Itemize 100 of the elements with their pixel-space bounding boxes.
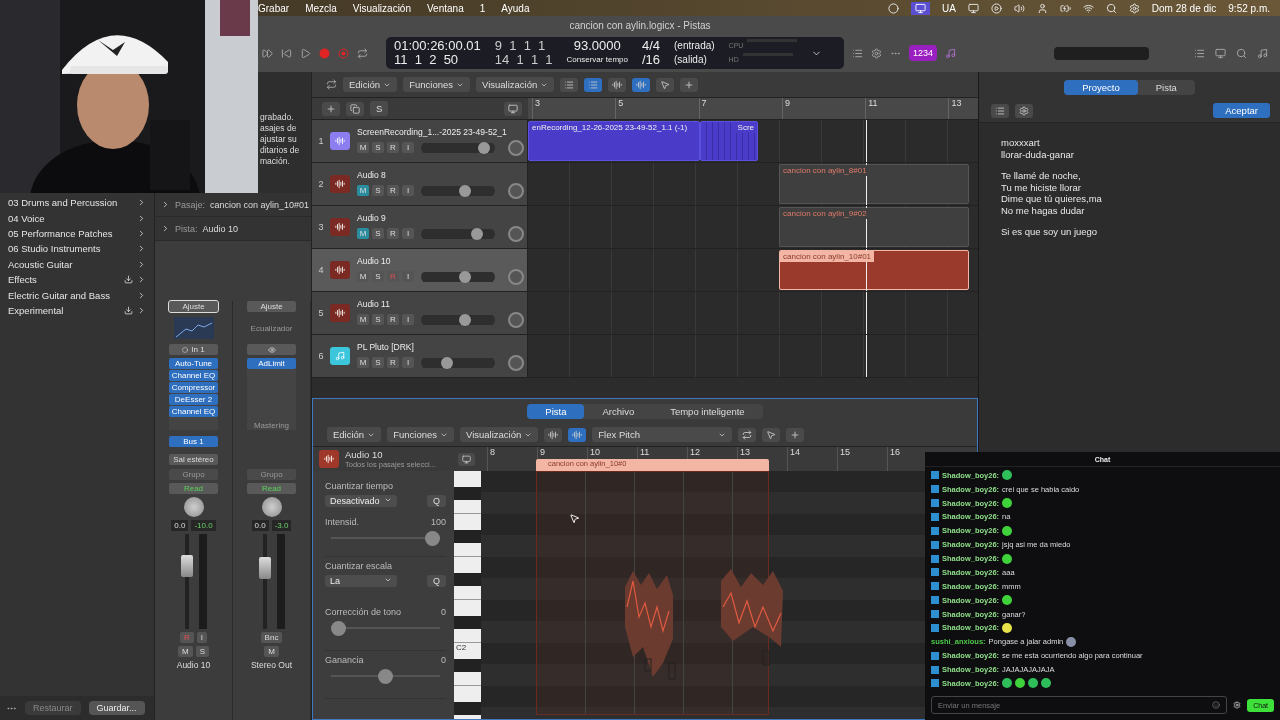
cycle-icon[interactable] <box>357 47 368 59</box>
editor-tab[interactable]: Archivo <box>584 403 653 419</box>
plugin-slot[interactable]: Auto-Tune <box>169 358 218 369</box>
strip-button[interactable]: M <box>264 646 279 657</box>
control-center-icon[interactable] <box>1128 2 1140 14</box>
flex-icon[interactable] <box>568 427 587 442</box>
flex-mode-select[interactable]: Flex Pitch <box>592 427 733 442</box>
solo-button[interactable]: S <box>372 142 384 153</box>
piano-keys[interactable]: C2 <box>454 471 481 719</box>
menu-button[interactable]: Funciones <box>403 77 470 92</box>
automation-mode[interactable]: Read <box>247 483 296 494</box>
track-header[interactable]: 1 ScreenRecording_1...-2025 23-49-52_1 M S R I <box>312 120 528 162</box>
record-button[interactable]: R <box>387 314 399 325</box>
disclosure-icon[interactable] <box>161 200 170 209</box>
slider-thumb[interactable] <box>425 531 440 546</box>
fader-thumb[interactable] <box>180 555 193 577</box>
slider-thumb[interactable] <box>378 669 393 684</box>
slider-thumb[interactable] <box>459 270 472 283</box>
mute-button[interactable]: M <box>357 142 369 153</box>
record-button[interactable]: R <box>387 357 399 368</box>
pan-knob[interactable] <box>508 182 524 199</box>
volume-slider[interactable] <box>421 141 495 154</box>
input-source[interactable]: UA <box>941 2 956 14</box>
pan-knob[interactable] <box>261 497 282 517</box>
record-button[interactable]: R <box>387 228 399 239</box>
quantize-button[interactable]: Q <box>427 575 446 587</box>
library-item[interactable]: 05 Performance Patches <box>0 225 154 242</box>
flex-icon[interactable] <box>632 77 651 92</box>
pan-knob[interactable] <box>508 311 524 328</box>
input-button[interactable]: I <box>402 142 414 153</box>
group-slot[interactable]: Grupo <box>247 469 296 480</box>
menu-item[interactable]: Ventana <box>427 2 464 14</box>
send-slot[interactable]: Bus 1 <box>169 435 218 447</box>
plugin-slot[interactable]: Compressor <box>169 382 218 393</box>
strip-button[interactable]: I <box>196 632 207 643</box>
slider-thumb[interactable] <box>459 313 472 326</box>
slider-thumb[interactable] <box>331 621 346 636</box>
input-button[interactable]: I <box>402 271 414 282</box>
panel-tab[interactable]: Pista <box>1137 80 1195 95</box>
volume-slider[interactable] <box>421 356 495 369</box>
library-item[interactable]: Effects <box>0 271 154 288</box>
menu-button[interactable]: Visualización <box>460 427 539 442</box>
setting-button[interactable]: Ajuste <box>247 301 296 312</box>
solo-button[interactable]: S <box>372 357 384 368</box>
plugin-slot[interactable]: DeEsser 2 <box>169 394 218 405</box>
library-item[interactable]: 04 Voice <box>0 210 154 226</box>
menu-button[interactable]: Visualización <box>476 77 555 92</box>
pan-knob[interactable] <box>508 139 524 156</box>
pointer-tool-icon[interactable] <box>656 77 675 92</box>
display-icon[interactable] <box>967 2 979 14</box>
menu-item[interactable]: Ayuda <box>501 2 530 14</box>
mute-button[interactable]: M <box>357 314 369 325</box>
strip-button[interactable]: S <box>195 646 209 657</box>
library-item[interactable]: Experimental <box>0 302 154 319</box>
audio-region[interactable]: cancion con aylin_10#01 <box>779 250 969 290</box>
solo-button[interactable]: S <box>372 314 384 325</box>
pan-knob[interactable] <box>508 354 524 371</box>
count-in-button[interactable]: 1234 <box>909 45 938 61</box>
volume-slider[interactable] <box>421 227 495 240</box>
slider-thumb[interactable] <box>470 227 483 240</box>
menu-item[interactable]: 1 <box>479 2 486 14</box>
menu-button[interactable]: Edición <box>343 77 398 92</box>
library-item[interactable]: 03 Drums and Percussion <box>0 195 154 211</box>
forward-icon[interactable] <box>262 47 273 59</box>
pan-knob[interactable] <box>508 225 524 242</box>
automation-icon[interactable] <box>608 77 627 92</box>
track-header[interactable]: 4 Audio 10 M S R I <box>312 249 528 291</box>
strip-button[interactable]: Bnc <box>260 632 283 643</box>
plugin-slot[interactable]: Channel EQ <box>169 370 218 381</box>
eq-curve-icon[interactable] <box>173 317 214 339</box>
output-slot[interactable]: Sal estéreo <box>169 453 218 465</box>
input-button[interactable]: I <box>402 314 414 325</box>
quantize-button[interactable]: Q <box>427 495 446 507</box>
menu-button[interactable]: Edición <box>327 427 382 442</box>
list-icon[interactable] <box>1194 47 1205 59</box>
duplicate-track-button[interactable] <box>346 101 364 116</box>
track-header[interactable]: 5 Audio 11 M S R I <box>312 292 528 334</box>
audio-region[interactable]: enRecording_12-26-2025 23-49-52_1.1 (-1) <box>528 121 700 161</box>
slider-thumb[interactable] <box>459 184 472 197</box>
input-button[interactable]: I <box>402 185 414 196</box>
rewind-icon[interactable] <box>281 47 292 59</box>
mute-button[interactable]: M <box>357 357 369 368</box>
footer-button[interactable]: Guardar... <box>88 701 145 715</box>
library-item[interactable]: 06 Studio Instruments <box>0 241 154 257</box>
add-tool-icon[interactable] <box>680 77 699 92</box>
pan-knob[interactable] <box>183 497 204 517</box>
settings-icon[interactable] <box>1233 701 1242 709</box>
slider-thumb[interactable] <box>440 356 453 369</box>
catch-button[interactable] <box>504 101 522 116</box>
add-track-button[interactable] <box>322 101 340 116</box>
solo-button[interactable]: S <box>372 228 384 239</box>
play-icon[interactable] <box>300 47 311 59</box>
solo-button[interactable]: S <box>372 185 384 196</box>
track-header[interactable]: 2 Audio 8 M S R I <box>312 163 528 205</box>
catch-button[interactable] <box>458 452 475 466</box>
download-icon[interactable] <box>124 305 133 315</box>
input-slot[interactable]: In 1 <box>169 344 218 355</box>
menu-item[interactable]: Visualización <box>352 2 411 14</box>
input-button[interactable]: I <box>402 357 414 368</box>
track-header[interactable]: 3 Audio 9 M S R I <box>312 206 528 248</box>
